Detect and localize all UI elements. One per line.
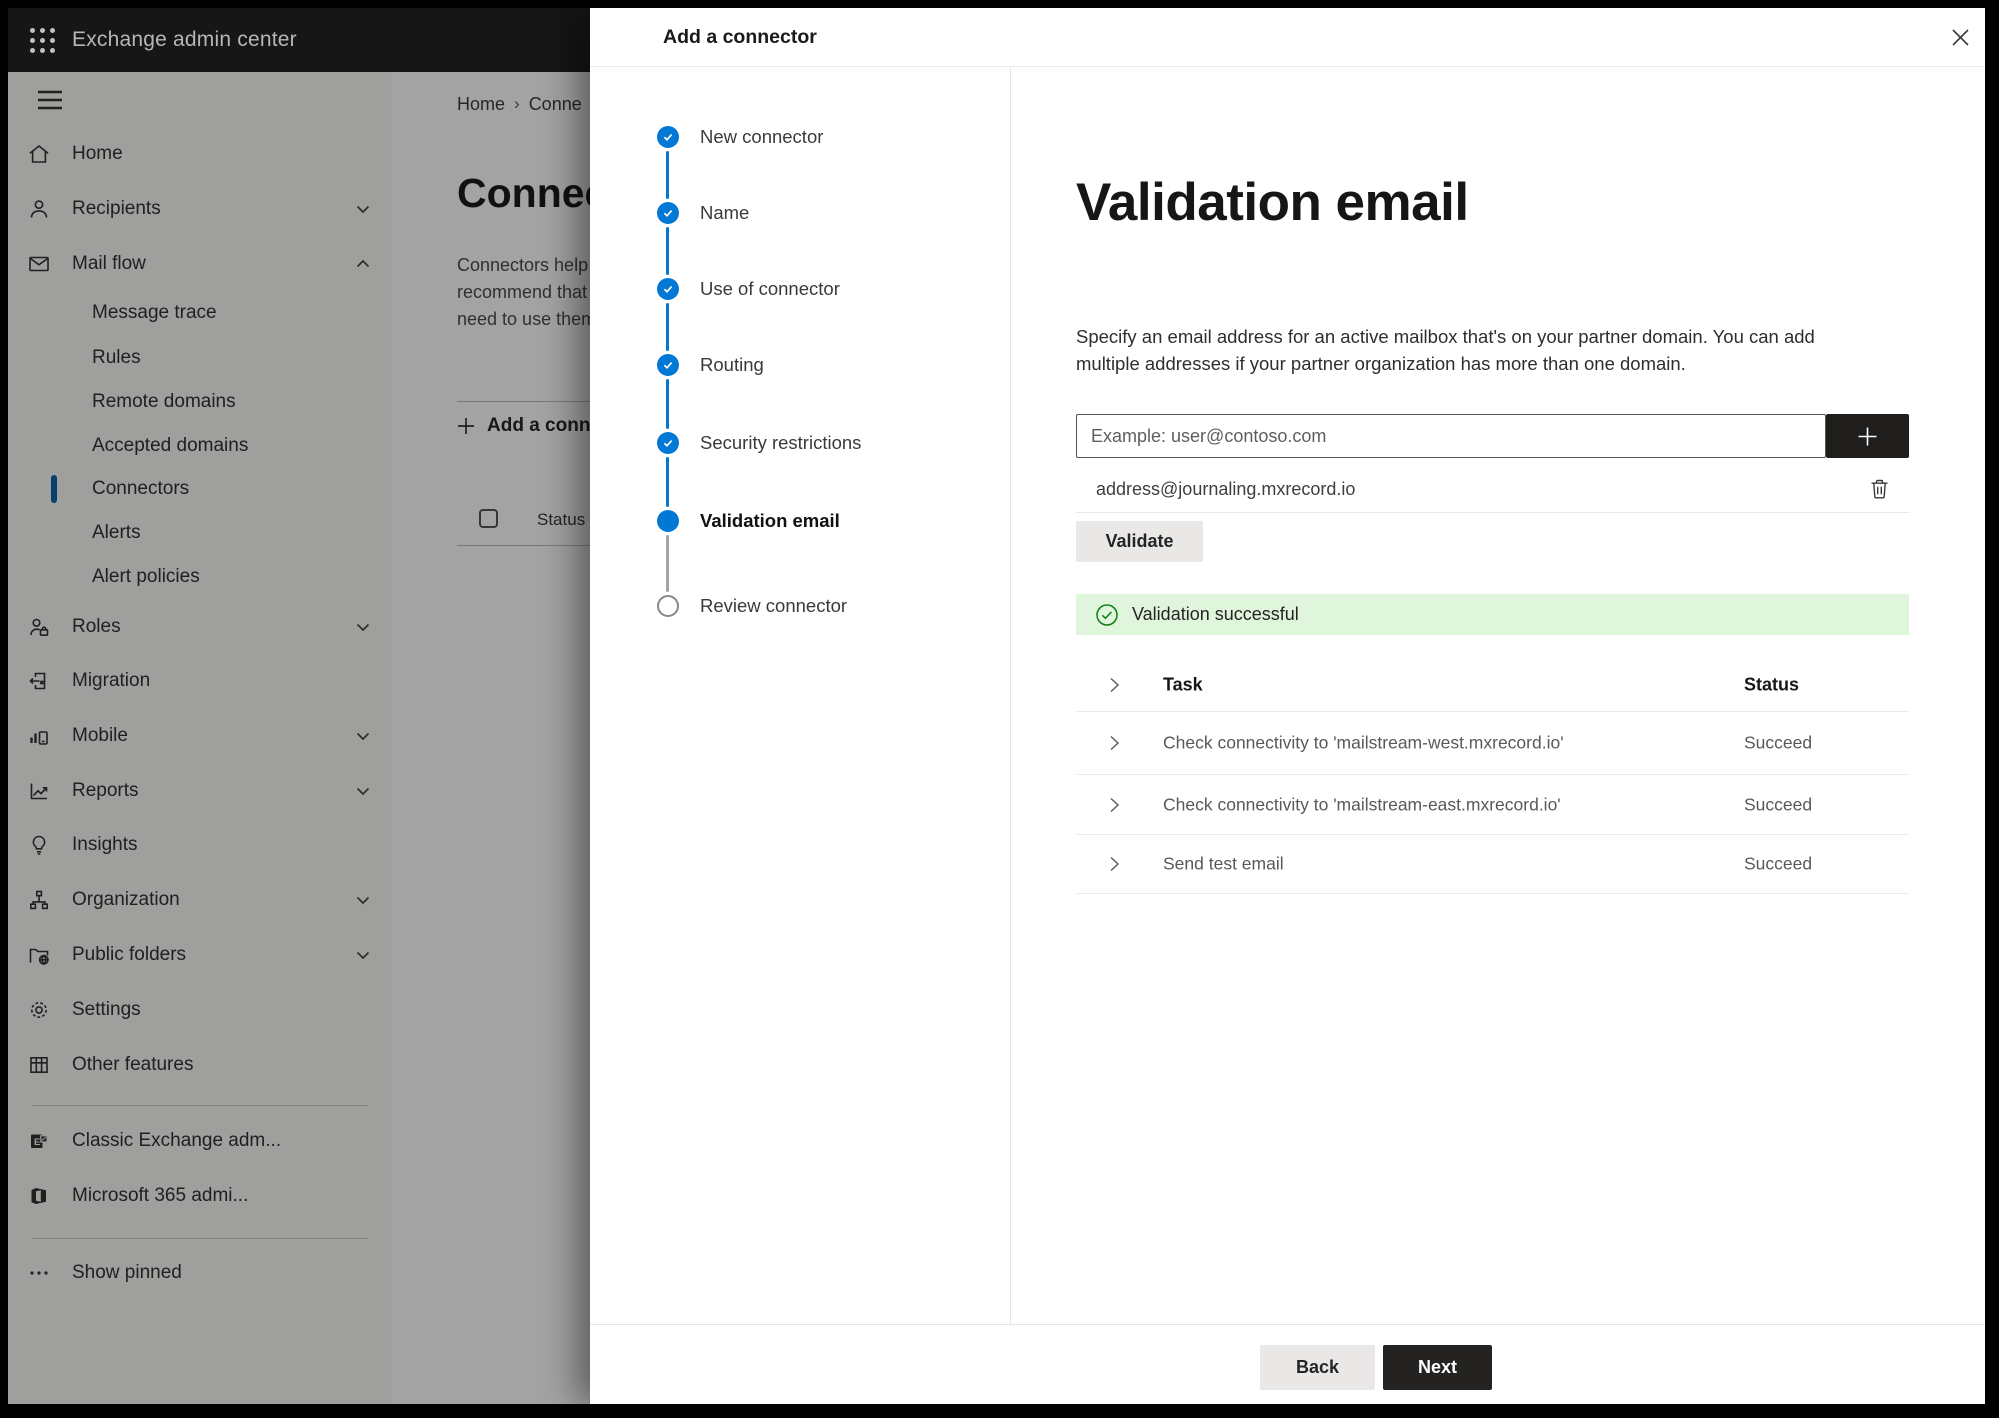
wizard-step-name[interactable]: Name bbox=[657, 201, 749, 225]
dialog-title: Add a connector bbox=[663, 26, 817, 48]
modal-overlay bbox=[8, 72, 590, 1404]
expand-row-chevron-icon[interactable] bbox=[1105, 734, 1123, 752]
waffle-icon bbox=[29, 27, 55, 53]
task-column-header: Task bbox=[1163, 674, 1203, 694]
divider bbox=[1076, 512, 1909, 513]
task-cell: Check connectivity to 'mailstream-east.m… bbox=[1163, 794, 1561, 814]
wizard-step-review-connector[interactable]: Review connector bbox=[657, 594, 847, 618]
app-launcher-button[interactable] bbox=[20, 18, 64, 62]
table-header-row: Task Status bbox=[1076, 658, 1909, 711]
status-cell: Succeed bbox=[1744, 853, 1813, 874]
step-current-icon bbox=[657, 510, 679, 532]
step-complete-icon bbox=[657, 354, 679, 376]
task-cell: Send test email bbox=[1163, 853, 1284, 874]
step-connector-line bbox=[666, 227, 669, 275]
wizard-step-new-connector[interactable]: New connector bbox=[657, 125, 823, 149]
add-email-button[interactable] bbox=[1826, 414, 1909, 458]
status-cell: Succeed bbox=[1744, 732, 1813, 753]
wizard-step-security-restrictions[interactable]: Security restrictions bbox=[657, 431, 861, 455]
wizard-step-routing[interactable]: Routing bbox=[657, 353, 764, 377]
divider bbox=[1076, 893, 1909, 894]
back-button[interactable]: Back bbox=[1260, 1345, 1375, 1390]
plus-icon bbox=[1858, 427, 1877, 445]
table-row: Check connectivity to 'mailstream-east.m… bbox=[1076, 775, 1909, 834]
expand-row-chevron-icon[interactable] bbox=[1105, 855, 1123, 873]
app-title: Exchange admin center bbox=[72, 28, 297, 51]
panel-heading: Validation email bbox=[1076, 173, 1469, 232]
step-connector-line bbox=[666, 535, 669, 592]
task-cell: Check connectivity to 'mailstream-west.m… bbox=[1163, 732, 1564, 753]
step-complete-icon bbox=[657, 432, 679, 454]
step-connector-line bbox=[666, 457, 669, 507]
wizard-step-use-of-connector[interactable]: Use of connector bbox=[657, 277, 840, 301]
step-complete-icon bbox=[657, 202, 679, 224]
email-input-row bbox=[1076, 414, 1909, 458]
status-column-header: Status bbox=[1744, 674, 1800, 694]
divider bbox=[590, 1324, 1985, 1325]
expand-all-chevron-icon[interactable] bbox=[1105, 676, 1123, 694]
validate-button[interactable]: Validate bbox=[1076, 521, 1203, 562]
panel-description: Specify an email address for an active m… bbox=[1076, 326, 1815, 374]
email-input[interactable] bbox=[1076, 414, 1826, 458]
added-address: address@journaling.mxrecord.io bbox=[1096, 478, 1356, 499]
step-connector-line bbox=[666, 379, 669, 429]
status-cell: Succeed bbox=[1744, 794, 1813, 814]
close-icon bbox=[1951, 28, 1969, 46]
step-complete-icon bbox=[657, 126, 679, 148]
step-connector-line bbox=[666, 151, 669, 199]
trash-icon bbox=[1871, 479, 1887, 499]
divider bbox=[590, 66, 1985, 67]
divider bbox=[1010, 67, 1011, 1324]
next-button[interactable]: Next bbox=[1383, 1345, 1492, 1390]
expand-row-chevron-icon[interactable] bbox=[1105, 796, 1123, 814]
success-message: Validation successful bbox=[1132, 604, 1299, 624]
added-address-row: address@journaling.mxrecord.io bbox=[1076, 468, 1909, 510]
delete-address-button[interactable] bbox=[1861, 471, 1897, 507]
close-button[interactable] bbox=[1937, 14, 1983, 60]
table-row: Check connectivity to 'mailstream-west.m… bbox=[1076, 712, 1909, 774]
screen: Exchange admin center Home Recipients Ma… bbox=[8, 8, 1985, 1404]
validation-success-banner: Validation successful bbox=[1076, 594, 1909, 635]
step-pending-icon bbox=[657, 595, 679, 617]
step-complete-icon bbox=[657, 278, 679, 300]
success-check-icon bbox=[1095, 603, 1119, 627]
add-connector-dialog: Add a connector New connector Name Use o… bbox=[590, 8, 1985, 1404]
table-row: Send test email Succeed bbox=[1076, 835, 1909, 893]
step-connector-line bbox=[666, 303, 669, 351]
wizard-step-validation-email[interactable]: Validation email bbox=[657, 509, 840, 533]
